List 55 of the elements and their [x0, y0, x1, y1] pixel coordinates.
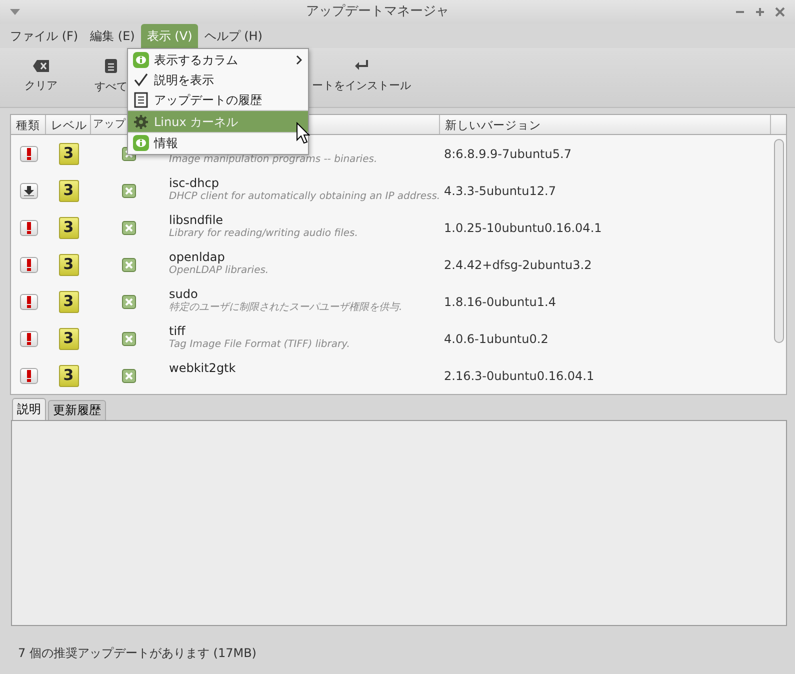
- menu-item[interactable]: ファイル (F): [4, 24, 84, 48]
- level-badge: 3: [58, 254, 78, 276]
- info-icon: [133, 52, 149, 68]
- version-text: 4.0.6-1ubuntu0.2: [444, 330, 548, 348]
- package-description: DHCP client for automatically obtaining an IP address.: [169, 191, 440, 204]
- checkbox[interactable]: [122, 220, 136, 234]
- toolbar-button[interactable]: クリア: [10, 48, 72, 107]
- level-badge: 3: [58, 364, 78, 386]
- checkbox[interactable]: [122, 294, 136, 308]
- package-description: Image manipulation programs -- binaries.: [169, 154, 378, 166]
- package-description: 特定のユーザに制限されたスーパユーザ権限を供与.: [169, 302, 402, 314]
- checkbox[interactable]: [122, 184, 136, 198]
- package-name: sudo: [169, 287, 198, 302]
- column-header[interactable]: 新しいバージョン: [440, 115, 771, 134]
- version-text: 1.0.25-10ubuntu0.16.04.1: [444, 220, 602, 236]
- window-title: アップデートマネージャ: [305, 3, 450, 22]
- tab[interactable]: 更新履歴: [48, 400, 106, 420]
- dropdown-arrow-icon: [10, 9, 20, 15]
- close-icon: [775, 7, 785, 17]
- chevron-right-icon: [296, 55, 302, 65]
- version-text: 4.3.3-5ubuntu12.7: [444, 182, 556, 200]
- package-description: Tag Image File Format (TIFF) library.: [169, 339, 350, 352]
- version-text: 8:6.8.9.9-7ubuntu5.7: [444, 146, 572, 162]
- menu-item[interactable]: 編集 (E): [84, 24, 141, 48]
- package-name: tiff: [169, 324, 186, 339]
- list-icon: [133, 92, 149, 108]
- column-header[interactable]: 種類: [11, 115, 46, 134]
- level-badge: 3: [58, 290, 78, 312]
- menu-item[interactable]: ヘルプ (H): [198, 24, 268, 48]
- package-name: libsndfile: [169, 213, 224, 228]
- clear-icon: [33, 60, 49, 72]
- status-text: 7 個の推奨アップデートがあります (17MB): [17, 645, 258, 662]
- version-text: 2.16.3-0ubuntu0.16.04.1: [444, 368, 594, 384]
- level-badge: 3: [58, 216, 78, 238]
- maximize-icon: [755, 7, 765, 17]
- checkbox[interactable]: [122, 258, 136, 272]
- level-badge: 3: [58, 180, 78, 202]
- checkbox[interactable]: [122, 368, 136, 382]
- info-icon: [133, 135, 149, 151]
- package-description: OpenLDAP libraries.: [169, 265, 269, 278]
- document-icon: [105, 59, 117, 74]
- version-text: 1.8.16-0ubuntu1.4: [444, 294, 556, 310]
- version-text: 2.4.42+dfsg-2ubuntu3.2: [444, 256, 592, 274]
- package-name: openldap: [169, 250, 225, 265]
- column-header[interactable]: レベル: [46, 115, 91, 134]
- return-arrow-icon: [354, 60, 368, 72]
- level-badge: 3: [58, 328, 78, 350]
- tab[interactable]: 説明: [12, 398, 46, 420]
- checkbox[interactable]: [122, 332, 136, 346]
- level-badge: 3: [58, 142, 78, 164]
- package-description: Library for reading/writing audio files.: [169, 228, 358, 240]
- scrollbar[interactable]: [774, 139, 784, 343]
- package-name: isc-dhcp: [169, 176, 219, 191]
- package-name: webkit2gtk: [169, 361, 236, 376]
- gear-icon: [133, 114, 149, 130]
